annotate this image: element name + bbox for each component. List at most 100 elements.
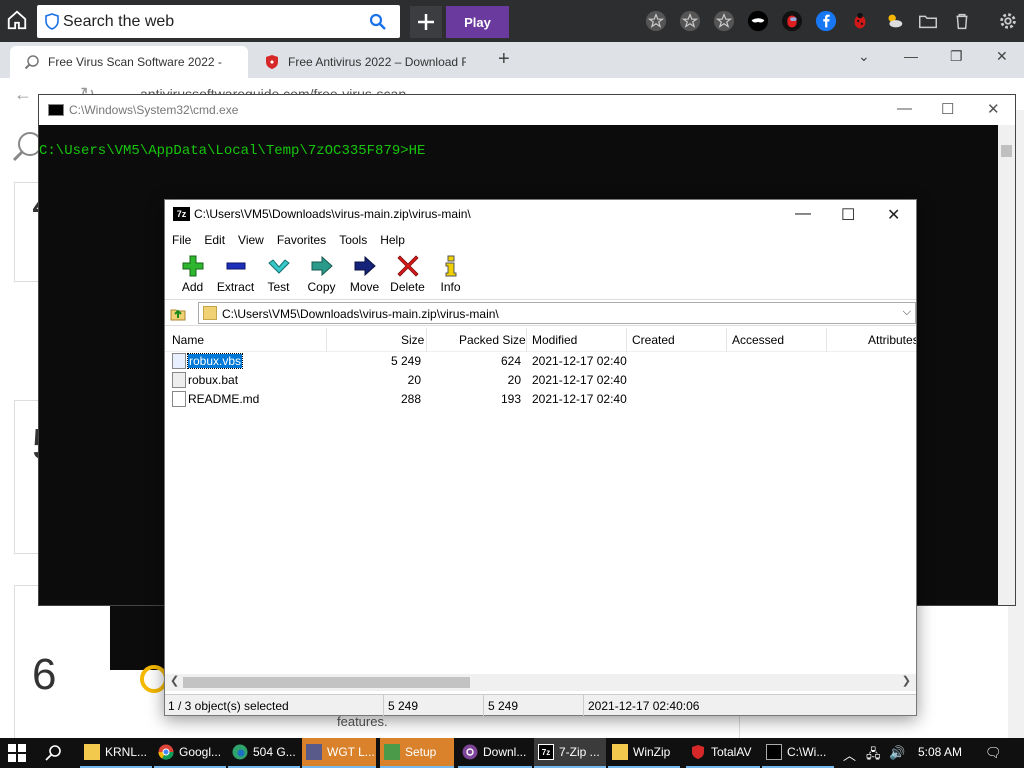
- cmd-close-button[interactable]: ✕: [987, 100, 1000, 118]
- column-created[interactable]: Created: [632, 333, 675, 347]
- star-icon-3[interactable]: [710, 7, 738, 35]
- menu-tools[interactable]: Tools: [339, 233, 367, 247]
- among-us-icon[interactable]: [778, 7, 806, 35]
- file-name[interactable]: robux.vbs: [186, 353, 244, 369]
- move-arrow-icon: [354, 255, 376, 277]
- 7zip-window[interactable]: 7z C:\Users\VM5\Downloads\virus-main.zip…: [164, 199, 917, 716]
- taskbar-app-winzip[interactable]: WinZip: [608, 738, 680, 768]
- move-button[interactable]: Move: [343, 250, 386, 299]
- column-attributes[interactable]: Attributes: [868, 333, 916, 347]
- network-icon[interactable]: 🖧: [866, 745, 881, 767]
- taskbar-app-setup[interactable]: Setup: [380, 738, 454, 768]
- menu-edit[interactable]: Edit: [204, 233, 225, 247]
- file-name[interactable]: README.md: [188, 392, 259, 406]
- web-search-input[interactable]: [63, 9, 363, 34]
- 7zip-maximize-button[interactable]: ☐: [841, 205, 855, 225]
- rank-number: 6: [32, 650, 57, 699]
- browser-minimize-button[interactable]: —: [904, 48, 918, 64]
- notification-icon[interactable]: 🗨: [985, 745, 1002, 761]
- settings-gear-icon[interactable]: [994, 7, 1022, 35]
- path-combobox[interactable]: C:\Users\VM5\Downloads\virus-main.zip\vi…: [198, 302, 916, 324]
- search-icon[interactable]: [369, 13, 386, 30]
- menu-help[interactable]: Help: [380, 233, 405, 247]
- file-packed-size: 193: [500, 392, 521, 406]
- windows-start-icon[interactable]: [8, 744, 26, 762]
- taskbar-app-504[interactable]: 504 G...: [228, 738, 300, 768]
- cmd-title-bar[interactable]: C:\Windows\System32\cmd.exe — ☐ ✕: [39, 95, 1015, 125]
- column-name[interactable]: Name: [172, 333, 204, 347]
- star-icon-1[interactable]: [642, 7, 670, 35]
- extract-label: Extract: [216, 280, 255, 294]
- scroll-left-arrow-icon[interactable]: ❮: [170, 674, 179, 687]
- delete-x-icon: [396, 255, 419, 277]
- browser-tab-bar: Free Virus Scan Software 2022 - B Free A…: [0, 42, 1024, 78]
- taskbar-app-cmd[interactable]: C:\Wi...: [762, 738, 834, 768]
- play-button[interactable]: Play: [446, 6, 509, 38]
- delete-button[interactable]: Delete: [386, 250, 429, 299]
- volume-icon[interactable]: 🔊: [889, 745, 905, 761]
- facebook-icon[interactable]: [812, 7, 840, 35]
- mask-icon[interactable]: [744, 7, 772, 35]
- browser-close-button[interactable]: ✕: [996, 48, 1008, 65]
- add-button[interactable]: [410, 6, 442, 38]
- hscroll-thumb[interactable]: [183, 677, 470, 688]
- tab-free-virus-scan[interactable]: Free Virus Scan Software 2022 - B: [10, 46, 248, 78]
- trash-icon[interactable]: [948, 7, 976, 35]
- extract-button[interactable]: Extract: [214, 250, 257, 299]
- column-packed-size[interactable]: Packed Size: [459, 333, 526, 347]
- menu-view[interactable]: View: [238, 233, 264, 247]
- 7zip-close-button[interactable]: ✕: [887, 205, 900, 225]
- new-tab-button[interactable]: +: [498, 48, 510, 71]
- tab-free-antivirus[interactable]: Free Antivirus 2022 – Download F: [250, 46, 488, 78]
- taskbar-app-totalav[interactable]: TotalAV: [686, 738, 760, 768]
- copy-button[interactable]: Copy: [300, 250, 343, 299]
- back-arrow-icon[interactable]: ←: [14, 84, 32, 105]
- star-icon-2[interactable]: [676, 7, 704, 35]
- file-row-robux-bat[interactable]: robux.bat 20 20 2021-12-17 02:40: [165, 371, 916, 390]
- browser-restore-button[interactable]: ❐: [950, 48, 963, 65]
- cmd-scrollbar[interactable]: [998, 125, 1015, 605]
- file-modified: 2021-12-17 02:40: [532, 354, 627, 368]
- column-size[interactable]: Size: [401, 333, 424, 347]
- cmd-scrollbar-thumb[interactable]: [1001, 145, 1012, 157]
- home-button[interactable]: [6, 9, 32, 35]
- test-button[interactable]: Test: [257, 250, 300, 299]
- taskbar-app-wgt[interactable]: WGT L...: [302, 738, 376, 768]
- shield-favicon-icon: [266, 55, 278, 69]
- file-row-robux-vbs[interactable]: robux.vbs 5 249 624 2021-12-17 02:40: [165, 352, 916, 371]
- 7zip-path-row: C:\Users\VM5\Downloads\virus-main.zip\vi…: [165, 300, 916, 326]
- chevron-down-icon[interactable]: ⌵: [903, 306, 911, 319]
- file-list-hscrollbar[interactable]: ❮ ❯: [165, 674, 916, 691]
- taskbar-app-krnl[interactable]: KRNL...: [80, 738, 152, 768]
- web-search-box[interactable]: [37, 5, 400, 38]
- taskbar-clock[interactable]: 5:08 AM: [918, 745, 962, 759]
- taskbar-app-7zip[interactable]: 7z 7-Zip ...: [534, 738, 606, 768]
- cmd-minimize-button[interactable]: —: [897, 100, 912, 117]
- cmd-console-line[interactable]: C:\Users\VM5\AppData\Local\Temp\7zOC335F…: [39, 143, 425, 159]
- file-list[interactable]: Name Size Packed Size Modified Created A…: [165, 328, 916, 674]
- column-accessed[interactable]: Accessed: [732, 333, 784, 347]
- cmd-maximize-button[interactable]: ☐: [941, 100, 954, 118]
- taskbar-app-google[interactable]: Googl...: [154, 738, 226, 768]
- taskbar-app-downloads[interactable]: Downl...: [458, 738, 532, 768]
- folder-icon[interactable]: [914, 7, 942, 35]
- file-row-readme-md[interactable]: README.md 288 193 2021-12-17 02:40: [165, 390, 916, 409]
- taskbar-search-icon[interactable]: [45, 744, 63, 762]
- menu-favorites[interactable]: Favorites: [277, 233, 326, 247]
- column-modified[interactable]: Modified: [532, 333, 577, 347]
- copy-arrow-icon: [311, 255, 333, 277]
- 7zip-minimize-button[interactable]: —: [795, 205, 811, 223]
- scroll-right-arrow-icon[interactable]: ❯: [902, 674, 911, 687]
- weather-icon[interactable]: [880, 7, 908, 35]
- add-button[interactable]: Add: [171, 250, 214, 299]
- info-button[interactable]: Info: [429, 250, 472, 299]
- tab-search-chevron-icon[interactable]: ⌄: [858, 48, 870, 65]
- ladybug-icon[interactable]: [846, 7, 874, 35]
- menu-file[interactable]: File: [172, 233, 191, 247]
- 7zip-title-bar[interactable]: 7z C:\Users\VM5\Downloads\virus-main.zip…: [165, 200, 916, 230]
- file-size: 5 249: [390, 354, 421, 368]
- taskbar-app-label: Downl...: [483, 745, 527, 759]
- tray-chevron-up-icon[interactable]: ︿: [843, 745, 856, 764]
- file-name[interactable]: robux.bat: [188, 373, 238, 387]
- folder-up-icon[interactable]: [169, 304, 187, 322]
